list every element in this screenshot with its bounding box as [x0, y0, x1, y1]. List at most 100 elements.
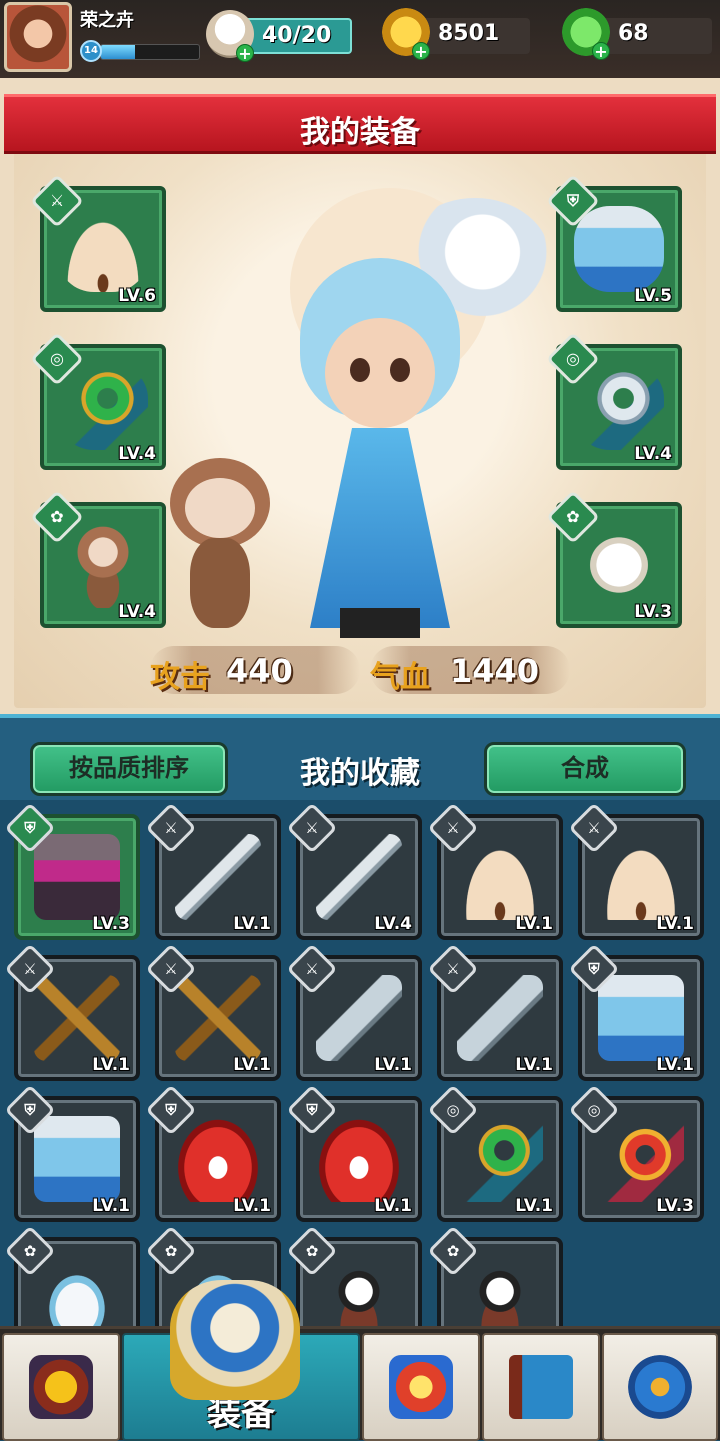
- badge-glyph: ⚔: [305, 819, 319, 837]
- sword-icon: [316, 834, 402, 920]
- badge-glyph: ◎: [566, 349, 580, 368]
- item-level: LV.1: [515, 1055, 553, 1075]
- badge-glyph: ⚔: [446, 819, 460, 837]
- shop-icon: [29, 1355, 93, 1419]
- item-level: LV.4: [374, 914, 412, 934]
- collection-item[interactable]: ⚔ LV.1: [145, 802, 281, 940]
- stamina-value: 40/20: [262, 23, 332, 48]
- blue-robe-icon: [598, 975, 684, 1061]
- collection-item[interactable]: ⚔ LV.1: [145, 943, 281, 1081]
- collection-item[interactable]: ⚔ LV.1: [427, 802, 563, 940]
- badge-glyph: ⚔: [446, 960, 460, 978]
- hero-robe: [310, 428, 450, 628]
- collection-item[interactable]: ⚔ LV.1: [4, 943, 140, 1081]
- monkey-pet-icon: [58, 522, 148, 608]
- badge-glyph: ✿: [164, 1242, 178, 1260]
- hero-face: [325, 318, 435, 428]
- monkey-body: [190, 538, 250, 628]
- phoenix-pendant-icon: [598, 1116, 684, 1202]
- monkey-face: [185, 478, 255, 538]
- item-level: LV.1: [233, 1196, 271, 1216]
- badge-glyph: ✿: [50, 507, 64, 526]
- tab-settings[interactable]: [602, 1333, 718, 1441]
- collection-item[interactable]: ⛨ LV.1: [568, 943, 704, 1081]
- badge-glyph: ⚔: [23, 960, 37, 978]
- equipped-slot-left-1[interactable]: ⚔ LV.6: [30, 174, 166, 312]
- blue-robe-icon: [34, 1116, 120, 1202]
- collection-item[interactable]: ◎ LV.3: [568, 1084, 704, 1222]
- collection-item[interactable]: ⚔ LV.1: [286, 943, 422, 1081]
- xp-bar: [100, 44, 200, 60]
- sort-by-quality-button[interactable]: 按品质排序: [30, 742, 228, 796]
- collection-item[interactable]: ⛨ LV.1: [4, 1084, 140, 1222]
- add-stamina-button[interactable]: +: [236, 44, 254, 62]
- badge-glyph: ◎: [446, 1101, 460, 1119]
- hero-character[interactable]: [280, 228, 480, 638]
- equipped-slot-left-3[interactable]: ✿ LV.4: [30, 490, 166, 628]
- owl-pet-icon: [574, 522, 664, 608]
- crossbow-icon: [34, 975, 120, 1061]
- hero-eye-right: [390, 358, 410, 382]
- hero-boots: [340, 608, 420, 638]
- add-jade-button[interactable]: +: [592, 42, 610, 60]
- collection-item[interactable]: ⚔ LV.1: [427, 943, 563, 1081]
- equipped-slot-right-3[interactable]: ✿ LV.3: [546, 490, 682, 628]
- equipped-slot-right-2[interactable]: ◎ LV.4: [546, 332, 682, 470]
- equipped-slot-right-1[interactable]: ⛨ LV.5: [546, 174, 682, 312]
- red-robe-icon: [175, 1116, 261, 1202]
- item-level: LV.4: [118, 444, 156, 464]
- tab-shop[interactable]: [2, 1333, 120, 1441]
- monkey-pet-figure: [160, 458, 280, 638]
- item-level: LV.1: [92, 1055, 130, 1075]
- badge-glyph: ⛨: [306, 1101, 318, 1119]
- crossbow-icon: [175, 975, 261, 1061]
- item-level: LV.1: [515, 914, 553, 934]
- adventure-icon: [389, 1355, 453, 1419]
- badge-glyph: ✿: [23, 1242, 37, 1260]
- book-icon: [509, 1355, 573, 1419]
- item-level: LV.3: [634, 602, 672, 622]
- badge-glyph: ⛨: [24, 819, 36, 837]
- item-level: LV.6: [118, 286, 156, 306]
- sword-icon: [175, 834, 261, 920]
- tab-book[interactable]: [482, 1333, 600, 1441]
- combine-button[interactable]: 合成: [484, 742, 686, 796]
- item-level: LV.1: [374, 1196, 412, 1216]
- hp-value: 1440: [450, 652, 540, 690]
- collection-grid[interactable]: ⛨ LV.3 ⚔ LV.1 ⚔ LV.4 ⚔ LV.1 ⚔ LV.1 ⚔ LV.1 ⚔ LV.1 ⚔ LV.1…: [0, 800, 720, 1363]
- item-level: LV.5: [634, 286, 672, 306]
- attack-value: 440: [226, 652, 293, 690]
- collection-item[interactable]: ⛨ LV.1: [145, 1084, 281, 1222]
- attack-stat: 攻击 440: [150, 646, 360, 695]
- badge-glyph: ⛨: [165, 1101, 177, 1119]
- tab-adventure[interactable]: [362, 1333, 480, 1441]
- collection-item[interactable]: ⛨ LV.1: [286, 1084, 422, 1222]
- badge-glyph: ⛨: [566, 191, 579, 210]
- jade-counter: + 68: [562, 8, 712, 60]
- red-robe-icon: [316, 1116, 402, 1202]
- hp-stat: 气血 1440: [370, 646, 570, 695]
- badge-glyph: ⚔: [305, 960, 319, 978]
- collection-item[interactable]: ⛨ LV.3: [4, 802, 140, 940]
- xp-bar-fill: [101, 45, 136, 59]
- collection-item[interactable]: ⚔ LV.1: [568, 802, 704, 940]
- badge-glyph: ⚔: [587, 819, 601, 837]
- collection-item[interactable]: ⚔ LV.4: [286, 802, 422, 940]
- add-gold-button[interactable]: +: [412, 42, 430, 60]
- badge-glyph: ⛨: [588, 960, 600, 978]
- player-avatar[interactable]: [4, 2, 72, 72]
- collection-item[interactable]: ◎ LV.1: [427, 1084, 563, 1222]
- hero-eye-left: [350, 358, 370, 382]
- equipped-slot-left-2[interactable]: ◎ LV.4: [30, 332, 166, 470]
- fan-icon: [598, 834, 684, 920]
- settings-gear-icon: [628, 1355, 692, 1419]
- top-bar: 荣之卉 14 + 40/20 + 8501 + 68: [0, 0, 720, 78]
- jade-pendant-icon: [58, 364, 148, 450]
- dagger-icon: [316, 975, 402, 1061]
- item-level: LV.1: [92, 1196, 130, 1216]
- attack-label: 攻击: [150, 660, 210, 695]
- fan-icon: [58, 206, 148, 292]
- item-level: LV.1: [374, 1055, 412, 1075]
- player-name: 荣之卉: [80, 10, 134, 31]
- equipment-title: 我的装备: [300, 115, 420, 150]
